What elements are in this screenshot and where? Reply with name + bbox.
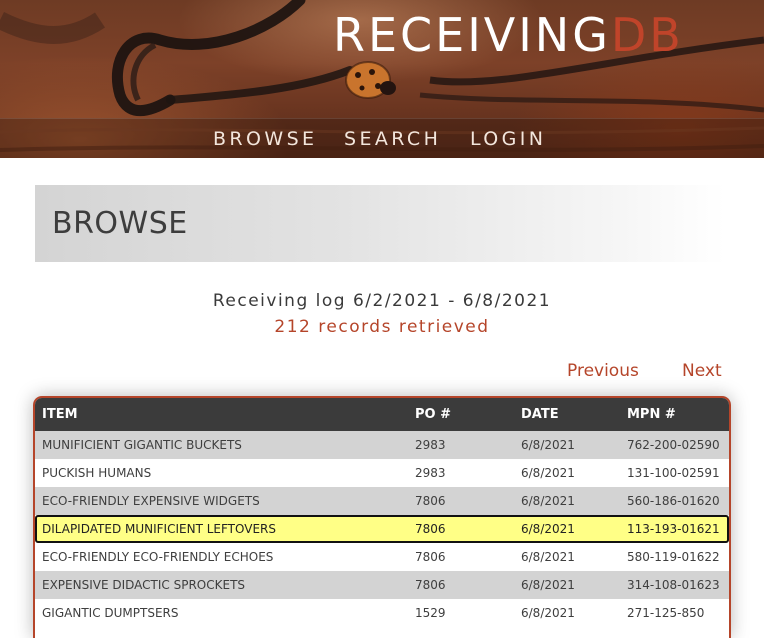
nav-search-link[interactable]: SEARCH (344, 127, 441, 151)
cell-item: EXPENSIVE DIDACTIC SPROCKETS (42, 578, 246, 592)
cell-date: 6/8/2021 (521, 438, 575, 452)
cell-po: 7806 (415, 578, 446, 592)
logo-text-main: RECEIVING (333, 8, 611, 62)
cell-po: 1529 (415, 606, 446, 620)
cell-po: 2983 (415, 466, 446, 480)
table-row[interactable]: EXPENSIVE DIDACTIC SPROCKETS 7806 6/8/20… (35, 571, 729, 599)
cell-mpn: 113-193-01621 (627, 522, 720, 536)
cell-po: 7806 (415, 494, 446, 508)
cell-item: ECO-FRIENDLY ECO-FRIENDLY ECHOES (42, 550, 274, 564)
nav-login-link[interactable]: LOGIN (470, 127, 546, 151)
main-nav: BROWSE SEARCH LOGIN (0, 118, 764, 158)
nav-browse-link[interactable]: BROWSE (213, 127, 317, 151)
column-header-mpn[interactable]: MPN # (627, 407, 676, 423)
cell-item: GIGANTIC DUMPTSERS (42, 606, 179, 620)
cell-item: ECO-FRIENDLY EXPENSIVE WIDGETS (42, 494, 260, 508)
cell-item: DILAPIDATED MUNIFICIENT LEFTOVERS (42, 522, 276, 536)
record-count: 212 records retrieved (274, 317, 490, 337)
table-row[interactable]: ECO-FRIENDLY EXPENSIVE WIDGETS 7806 6/8/… (35, 487, 729, 515)
log-date-range: Receiving log 6/2/2021 - 6/8/2021 (212, 291, 552, 311)
next-page-link[interactable]: Next (682, 360, 722, 382)
column-header-item[interactable]: ITEM (42, 407, 78, 423)
previous-page-link[interactable]: Previous (567, 360, 639, 382)
cell-mpn: 131-100-02591 (627, 466, 720, 480)
cell-item: PUCKISH HUMANS (42, 466, 152, 480)
cell-mpn: 560-186-01620 (627, 494, 720, 508)
receiving-log-table: ITEM PO # DATE MPN # MUNIFICIENT GIGANTI… (33, 396, 731, 638)
table-header: ITEM PO # DATE MPN # (35, 398, 729, 431)
cell-date: 6/8/2021 (521, 494, 575, 508)
cell-mpn: 580-119-01622 (627, 550, 720, 564)
page-title: BROWSE (52, 206, 188, 241)
cell-date: 6/8/2021 (521, 606, 575, 620)
cell-mpn: 314-108-01623 (627, 578, 720, 592)
cell-po: 7806 (415, 550, 446, 564)
table-row[interactable]: MUNIFICIENT GIGANTIC BUCKETS 2983 6/8/20… (35, 431, 729, 459)
cell-item: MUNIFICIENT GIGANTIC BUCKETS (42, 438, 242, 452)
cell-date: 6/8/2021 (521, 578, 575, 592)
table-row[interactable]: ECO-FRIENDLY ECO-FRIENDLY ECHOES 7806 6/… (35, 543, 729, 571)
site-logo[interactable]: RECEIVINGDB (333, 6, 684, 64)
table-row-selected[interactable]: DILAPIDATED MUNIFICIENT LEFTOVERS 7806 6… (35, 515, 729, 543)
cell-date: 6/8/2021 (521, 466, 575, 480)
cell-po: 7806 (415, 522, 446, 536)
logo-text-accent: DB (610, 8, 684, 62)
cell-mpn: 271-125-850 (627, 606, 705, 620)
page-heading-panel: BROWSE (35, 185, 725, 262)
cell-po: 2983 (415, 438, 446, 452)
table-row[interactable]: PUCKISH HUMANS 2983 6/8/2021 131-100-025… (35, 459, 729, 487)
header-banner: RECEIVINGDB BROWSE SEARCH LOGIN (0, 0, 764, 158)
cell-date: 6/8/2021 (521, 522, 575, 536)
column-header-date[interactable]: DATE (521, 407, 559, 423)
cell-mpn: 762-200-02590 (627, 438, 720, 452)
cell-date: 6/8/2021 (521, 550, 575, 564)
column-header-po[interactable]: PO # (415, 407, 451, 423)
